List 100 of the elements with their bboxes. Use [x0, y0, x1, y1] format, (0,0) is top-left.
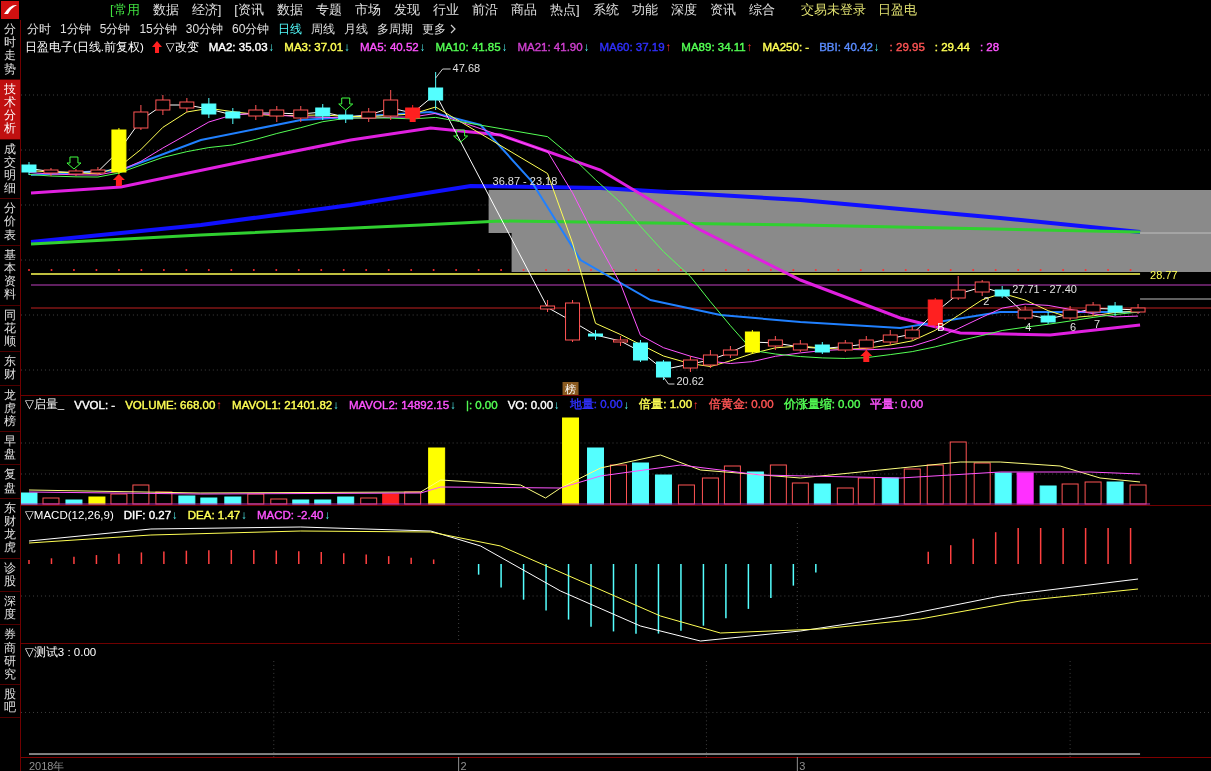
- candlestick: [133, 104, 149, 131]
- legend-value: MAVOL2: 14892.15: [348, 398, 450, 411]
- panel-title[interactable]: ▽MACD(12,26,9): [25, 507, 114, 522]
- menu-item[interactable]: 商品: [510, 1, 537, 19]
- leader-line: [435, 68, 452, 79]
- candlestick: [338, 109, 354, 124]
- down-arrow-icon: [66, 156, 82, 170]
- volume-bar: [903, 468, 921, 505]
- period-tab[interactable]: 更多: [422, 20, 447, 38]
- period-tab[interactable]: 多周期: [377, 20, 414, 38]
- sidebar-tab[interactable]: 券商研究: [0, 625, 20, 686]
- legend-value: 倍量: 1.00: [639, 397, 693, 412]
- menu-item[interactable]: 市场: [354, 1, 381, 19]
- sidebar-tab[interactable]: 分时走势: [0, 20, 20, 80]
- menu-item[interactable]: 发现: [393, 1, 420, 19]
- period-tab[interactable]: 周线: [311, 20, 336, 38]
- menu-item[interactable]: 综合: [748, 1, 775, 19]
- trend-arrow: ↓: [583, 41, 590, 53]
- menu-item[interactable]: 功能: [631, 1, 658, 19]
- legend-value: : 29.95: [889, 41, 925, 53]
- trend-arrow: ↓: [172, 508, 178, 521]
- trend-arrow: ↓: [333, 398, 339, 411]
- candlestick: [792, 339, 808, 353]
- period-tab[interactable]: 月线: [344, 20, 369, 38]
- stock-title: 日盈电子(日线.前复权): [25, 39, 144, 55]
- legend-value: MACD: -2.40: [256, 508, 324, 521]
- candlestick: [43, 167, 59, 177]
- candlestick: [633, 339, 648, 363]
- chart-label: 28.77: [1150, 269, 1178, 281]
- app-logo-icon[interactable]: [0, 0, 20, 20]
- volume-bar: [337, 496, 355, 505]
- legend-value: 价涨量缩: 0.00: [783, 397, 861, 412]
- menu-item[interactable]: 资讯: [709, 1, 736, 19]
- volume-bar: [881, 477, 899, 505]
- trend-arrow: ↓: [324, 508, 331, 521]
- volume-bar: [1016, 472, 1034, 505]
- trend-arrow: ↓: [623, 398, 630, 411]
- legend-value: 倍黄金: 0.00: [708, 397, 774, 412]
- candlestick: [1062, 305, 1078, 321]
- axis-label: 3: [799, 760, 806, 771]
- legend-value: MA21: 41.90: [517, 41, 583, 53]
- period-tab[interactable]: 60分钟: [232, 20, 270, 38]
- sidebar-tab[interactable]: 技术分析: [0, 79, 20, 140]
- period-tab[interactable]: 5分钟: [99, 20, 131, 38]
- period-tab[interactable]: 30分钟: [185, 20, 224, 38]
- sidebar-tab[interactable]: 股吧: [0, 685, 20, 719]
- login-status[interactable]: 交易未登录: [800, 1, 866, 19]
- panel-title[interactable]: ▽启量_: [25, 397, 65, 412]
- volume-bar: [610, 464, 627, 505]
- candlestick: [565, 299, 581, 343]
- up-arrow-icon: [860, 350, 873, 362]
- volume-bar: [247, 493, 265, 505]
- trend-arrow: ↑: [216, 398, 223, 411]
- indicator-menu[interactable]: ▽改变: [165, 39, 199, 55]
- chevron-right-icon[interactable]: [450, 24, 457, 34]
- menu-item[interactable]: 热点]: [549, 1, 580, 19]
- legend-value: MA3: 37.01: [284, 41, 344, 53]
- period-tab[interactable]: 日线: [278, 20, 303, 38]
- trend-arrow: ↓: [241, 508, 247, 521]
- sidebar-tab[interactable]: 东财: [0, 352, 20, 386]
- sidebar-tab[interactable]: 分价表: [0, 199, 20, 246]
- menu-item[interactable]: 数据: [152, 1, 179, 19]
- period-tab[interactable]: 15分钟: [139, 20, 177, 38]
- trend-arrow: ↓: [268, 41, 275, 53]
- menu-item[interactable]: 前沿: [471, 1, 498, 19]
- period-tab[interactable]: 1分钟: [60, 20, 91, 38]
- histogram-bar: [657, 563, 660, 635]
- legend-value: MA5: 40.52: [359, 41, 419, 53]
- candlestick: [858, 335, 874, 353]
- candlestick: [682, 355, 698, 373]
- chart-label: 20.62: [676, 375, 704, 387]
- sidebar-tab[interactable]: 复盘: [0, 465, 20, 499]
- panel-title[interactable]: ▽测试3 : 0.00: [25, 645, 97, 660]
- menu-item[interactable]: 经济]: [191, 1, 222, 19]
- legend-value: MA2: 35.03: [208, 41, 268, 53]
- histogram-bar: [1084, 527, 1087, 565]
- volume-bar: [224, 496, 242, 505]
- menu-item[interactable]: 专题: [315, 1, 342, 19]
- candlestick: [702, 349, 718, 369]
- legend-value: |: 0.00: [465, 398, 498, 411]
- menu-item[interactable]: [资讯: [234, 1, 264, 19]
- chart-label: 6: [1070, 321, 1077, 333]
- candlestick: [293, 105, 309, 123]
- sidebar-tab[interactable]: 早盘: [0, 432, 20, 466]
- menu-item[interactable]: [常用: [110, 1, 140, 19]
- histogram-bar: [275, 549, 278, 565]
- axis-label: 2018年: [29, 760, 65, 771]
- menu-item[interactable]: 数据: [276, 1, 303, 19]
- menu-item[interactable]: 深度: [670, 1, 697, 19]
- volume-bar: [836, 487, 854, 505]
- volume-bar: [21, 492, 38, 505]
- down-arrow-icon: [338, 97, 354, 111]
- candlestick: [613, 335, 628, 347]
- volume-bar: [1129, 484, 1147, 505]
- histogram-bar: [477, 563, 480, 576]
- menu-item[interactable]: 行业: [432, 1, 459, 19]
- menu-item[interactable]: 系统: [592, 1, 619, 19]
- period-tab[interactable]: 分时: [27, 20, 51, 38]
- legend-value: MA10: 41.85: [435, 41, 501, 53]
- legend-value: VO: 0.00: [507, 398, 554, 411]
